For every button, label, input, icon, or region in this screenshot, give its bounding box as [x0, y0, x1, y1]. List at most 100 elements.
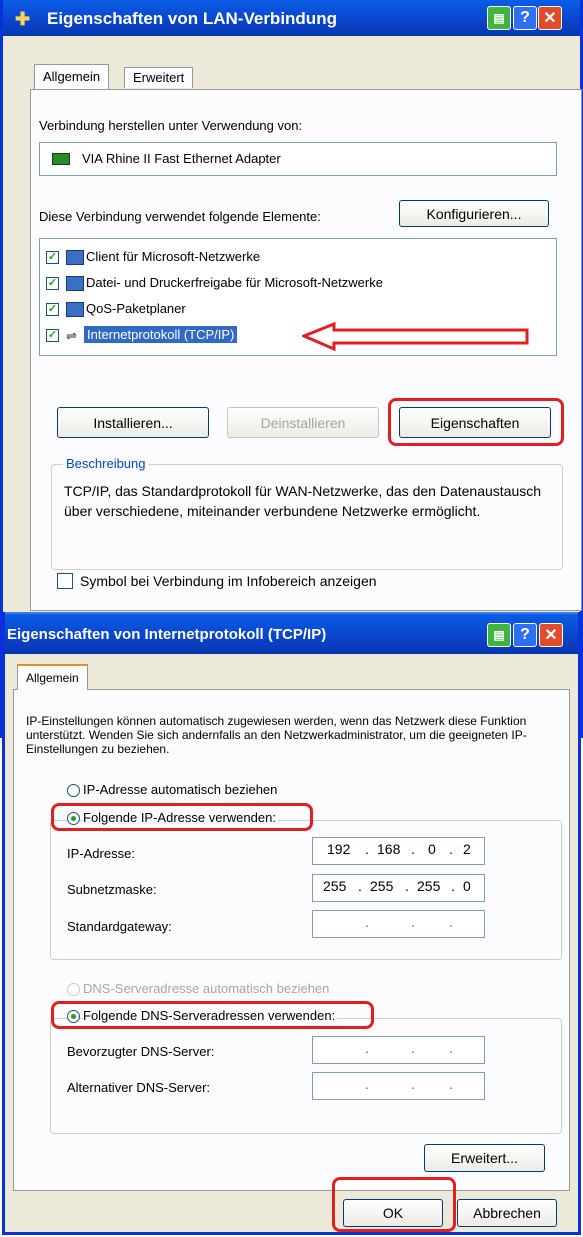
- connect-using-label: Verbindung herstellen unter Verwendung v…: [39, 118, 303, 133]
- close-button[interactable]: ✕: [539, 623, 563, 647]
- ip-dot: .: [449, 1076, 453, 1092]
- auto-ip-radio[interactable]: [67, 784, 80, 797]
- network-client-icon: [66, 250, 84, 265]
- advanced-button[interactable]: Erweitert...: [424, 1144, 545, 1172]
- component-label: Internetprotokoll (TCP/IP): [84, 326, 238, 343]
- subnet-octet-4: 0: [463, 878, 471, 894]
- list-item-selected[interactable]: ✓ ⇌ Internetprotokoll (TCP/IP): [46, 322, 529, 352]
- ip-dot: .: [365, 914, 369, 930]
- components-label: Diese Verbindung verwendet folgende Elem…: [39, 209, 321, 224]
- tcpip-properties-dialog: Eigenschaften von Internetprotokoll (TCP…: [2, 612, 581, 1235]
- tab-advanced-label: Erweitert: [133, 70, 185, 85]
- ip-dot: .: [365, 1076, 369, 1092]
- install-button[interactable]: Installieren...: [57, 407, 209, 438]
- list-item[interactable]: ✓ Datei- und Druckerfreigabe für Microso…: [46, 274, 546, 294]
- general-panel: Verbindung herstellen unter Verwendung v…: [30, 89, 582, 611]
- cancel-button-label: Abbrechen: [473, 1205, 541, 1221]
- close-button[interactable]: ✕: [538, 6, 562, 30]
- protocol-icon: ⇌: [66, 328, 77, 343]
- network-connection-icon: ✚: [15, 9, 31, 29]
- show-icon-checkbox[interactable]: [57, 573, 73, 589]
- uninstall-button-label: Deinstallieren: [260, 414, 346, 431]
- configure-button-label: Konfigurieren...: [426, 205, 522, 222]
- dialog1-title: Eigenschaften von LAN-Verbindung: [47, 9, 337, 28]
- help-button[interactable]: ?: [513, 6, 537, 30]
- tab-general[interactable]: Allgemein: [34, 64, 110, 89]
- dialog2-title: Eigenschaften von Internetprotokoll (TCP…: [7, 626, 327, 643]
- preferred-dns-label: Bevorzugter DNS-Server:: [67, 1044, 215, 1059]
- description-title: Beschreibung: [63, 456, 149, 471]
- ip-dot: .: [405, 878, 409, 894]
- component-checkbox[interactable]: ✓: [46, 329, 59, 342]
- component-label: QoS-Paketplaner: [86, 301, 186, 316]
- component-checkbox[interactable]: ✓: [46, 251, 59, 264]
- component-checkbox[interactable]: ✓: [46, 277, 59, 290]
- auto-dns-label[interactable]: DNS-Serveradresse automatisch beziehen: [83, 981, 329, 996]
- dialog2-titlebar[interactable]: Eigenschaften von Internetprotokoll (TCP…: [5, 612, 578, 654]
- components-list[interactable]: ✓ Client für Microsoft-Netzwerke ✓ Datei…: [39, 238, 557, 356]
- alternate-dns-field[interactable]: . . .: [312, 1072, 485, 1100]
- pin-icon[interactable]: ▤: [487, 6, 511, 30]
- ip-dot: .: [449, 1040, 453, 1056]
- ip-dot: .: [358, 878, 362, 894]
- alternate-dns-label: Alternativer DNS-Server:: [67, 1080, 211, 1095]
- subnet-mask-field[interactable]: 255 . 255 . 255 . 0: [312, 874, 485, 902]
- preferred-dns-field[interactable]: . . .: [312, 1036, 485, 1064]
- ip-dot: .: [411, 841, 415, 857]
- ip-address-field[interactable]: 192 . 168 . 0 . 2: [312, 837, 485, 865]
- ip-dot: .: [365, 841, 369, 857]
- auto-ip-label[interactable]: IP-Adresse automatisch beziehen: [83, 782, 277, 797]
- adapter-name: VIA Rhine II Fast Ethernet Adapter: [82, 151, 281, 166]
- component-label: Client für Microsoft-Netzwerke: [86, 249, 261, 264]
- file-print-sharing-icon: [66, 276, 84, 291]
- component-label: Datei- und Druckerfreigabe für Microsoft…: [86, 275, 383, 290]
- ok-highlight: [332, 1177, 456, 1232]
- adapter-field: VIA Rhine II Fast Ethernet Adapter: [39, 142, 557, 176]
- uninstall-button[interactable]: Deinstallieren: [227, 407, 379, 438]
- configure-button[interactable]: Konfigurieren...: [399, 200, 549, 227]
- show-icon-label[interactable]: Symbol bei Verbindung im Infobereich anz…: [80, 573, 377, 589]
- subnet-octet-1: 255: [323, 878, 347, 894]
- ip-dot: .: [365, 1040, 369, 1056]
- ip-octet-4: 2: [463, 841, 471, 857]
- qos-icon: [66, 302, 84, 317]
- red-arrow-annotation: [302, 322, 529, 352]
- list-item[interactable]: ✓ QoS-Paketplaner: [46, 300, 526, 320]
- pin-icon[interactable]: ▤: [487, 623, 511, 647]
- subnet-label: Subnetzmaske:: [67, 882, 157, 897]
- dns-group: [50, 1018, 562, 1134]
- dialog1-titlebar[interactable]: ✚ Eigenschaften von LAN-Verbindung ? ✕ ▤: [3, 0, 580, 36]
- ip-octet-1: 192: [327, 841, 351, 857]
- ip-dot: .: [449, 841, 453, 857]
- gateway-label: Standardgateway:: [67, 919, 172, 934]
- network-card-icon: [52, 153, 70, 165]
- ip-dot: .: [449, 914, 453, 930]
- help-button[interactable]: ?: [513, 623, 537, 647]
- description-text: TCP/IP, das Standardprotokoll für WAN-Ne…: [64, 483, 542, 519]
- gateway-field[interactable]: . . .: [312, 910, 485, 938]
- cancel-button[interactable]: Abbrechen: [457, 1199, 557, 1227]
- tab-general-label: Allgemein: [26, 671, 79, 685]
- ip-dot: .: [411, 1076, 415, 1092]
- subnet-octet-2: 255: [370, 878, 394, 894]
- install-button-label: Installieren...: [93, 414, 173, 431]
- ip-dot: .: [411, 1040, 415, 1056]
- subnet-octet-3: 255: [417, 878, 441, 894]
- ip-dot: .: [451, 878, 455, 894]
- list-item[interactable]: ✓ Client für Microsoft-Netzwerke: [46, 248, 526, 268]
- auto-dns-radio[interactable]: [67, 983, 80, 996]
- tab-advanced[interactable]: Erweitert: [124, 67, 194, 88]
- intro-text: IP-Einstellungen können automatisch zuge…: [26, 714, 527, 756]
- tab-general-label: Allgemein: [43, 69, 101, 84]
- manual-dns-highlight: [51, 1001, 374, 1029]
- component-checkbox[interactable]: ✓: [46, 303, 59, 316]
- manual-ip-highlight: [51, 803, 313, 831]
- properties-highlight: [388, 398, 564, 446]
- ip-octet-2: 168: [377, 841, 401, 857]
- advanced-button-label: Erweitert...: [451, 1150, 518, 1166]
- ip-dot: .: [411, 914, 415, 930]
- ip-label: IP-Adresse:: [67, 846, 135, 861]
- general-panel: IP-Einstellungen können automatisch zuge…: [13, 689, 570, 1191]
- ip-octet-3: 0: [428, 841, 436, 857]
- tab-general[interactable]: Allgemein: [17, 664, 88, 690]
